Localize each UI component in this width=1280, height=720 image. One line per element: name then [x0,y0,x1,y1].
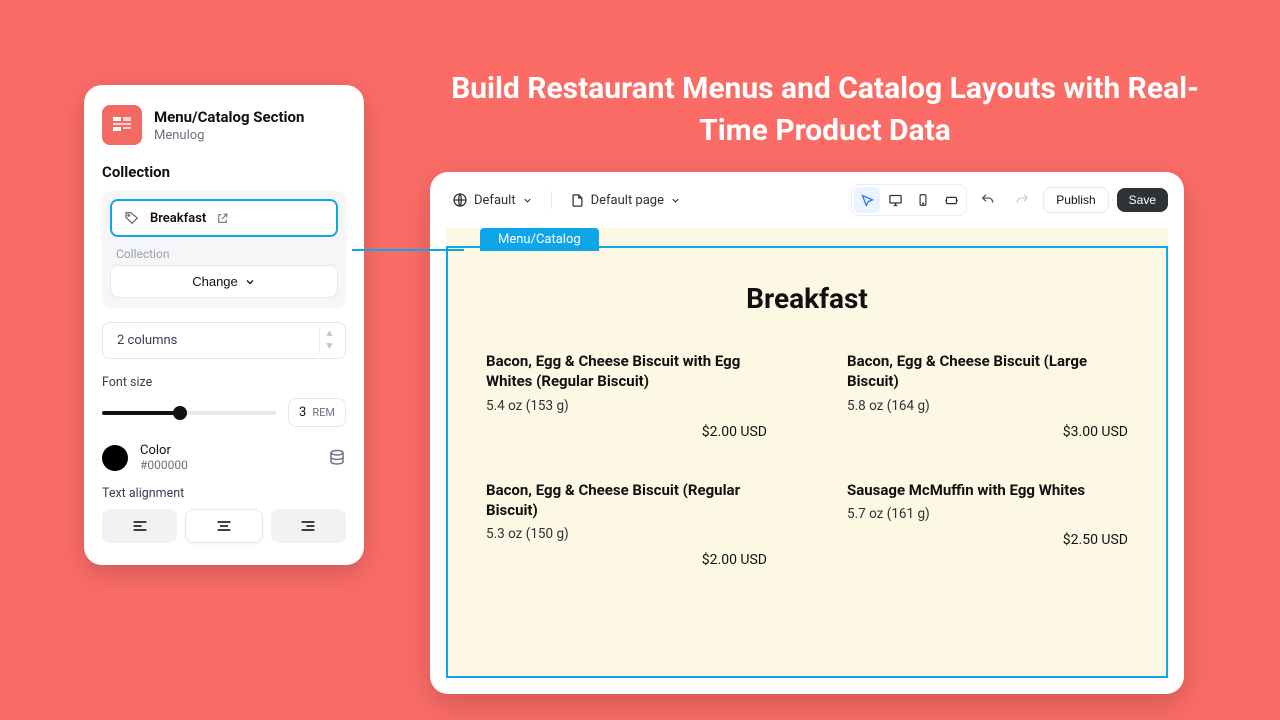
preview-canvas[interactable]: Menu/Catalog Breakfast Bacon, Egg & Chee… [446,228,1168,678]
item-weight: 5.8 oz (164 g) [847,398,1128,414]
page-label: Default page [591,193,664,208]
publish-button[interactable]: Publish [1043,187,1108,213]
collection-subtle-label: Collection [110,237,338,265]
item-weight: 5.3 oz (150 g) [486,526,767,542]
mobile-icon [916,193,930,207]
theme-label: Default [474,193,516,208]
collection-group: Breakfast Collection Change [102,191,346,308]
chevron-down-icon [522,195,533,206]
device-inspector-button[interactable] [854,187,880,213]
font-size-label: Font size [102,375,346,390]
align-right-icon [300,520,316,532]
menu-item: Bacon, Egg & Cheese Biscuit (Regular Bis… [486,480,767,569]
desktop-icon [888,193,903,208]
columns-select[interactable]: 2 columns ▲▼ [102,322,346,359]
theme-icon [452,192,468,208]
item-name: Bacon, Egg & Cheese Biscuit with Egg Whi… [486,351,767,392]
change-button[interactable]: Change [110,265,338,298]
settings-title: Menu/Catalog Section [154,108,304,126]
item-price: $3.00 USD [847,424,1128,440]
item-price: $2.00 USD [486,552,767,568]
undo-button[interactable] [975,187,1001,213]
item-price: $2.50 USD [847,532,1128,548]
hero-title: Build Restaurant Menus and Catalog Layou… [430,68,1220,152]
item-name: Bacon, Egg & Cheese Biscuit (Regular Bis… [486,480,767,521]
menu-item: Bacon, Egg & Cheese Biscuit with Egg Whi… [486,351,767,440]
preview-panel: Default Default page [430,172,1184,694]
undo-icon [980,192,996,208]
page-icon [570,193,585,208]
align-right-button[interactable] [271,509,346,543]
align-left-button[interactable] [102,509,177,543]
menu-item: Sausage McMuffin with Egg Whites 5.7 oz … [847,480,1128,569]
font-size-slider[interactable] [102,411,276,415]
page-dropdown[interactable]: Default page [564,189,687,212]
change-button-label: Change [192,274,238,289]
align-left-icon [132,520,148,532]
columns-value: 2 columns [117,333,177,348]
database-icon[interactable] [328,449,346,467]
item-weight: 5.7 oz (161 g) [847,506,1128,522]
chevron-down-icon [670,195,681,206]
device-group [851,184,967,216]
device-desktop-button[interactable] [882,187,908,213]
connector-line [352,249,464,251]
item-name: Sausage McMuffin with Egg Whites [847,480,1128,500]
item-weight: 5.4 oz (153 g) [486,398,767,414]
collection-section-label: Collection [102,163,346,181]
device-fullwidth-button[interactable] [938,187,964,213]
toolbar: Default Default page [430,172,1184,228]
theme-dropdown[interactable]: Default [446,188,539,212]
font-size-unit: REM [312,406,335,419]
color-swatch[interactable] [102,445,128,471]
font-size-value: 3 [299,405,306,420]
save-button[interactable]: Save [1117,188,1168,212]
align-center-button[interactable] [185,509,262,543]
fullwidth-icon [944,193,959,208]
menu-section: Breakfast Bacon, Egg & Cheese Biscuit wi… [446,246,1168,678]
color-value: #000000 [140,458,316,472]
color-label: Color [140,443,316,458]
collection-chip-label: Breakfast [150,211,206,226]
font-size-input[interactable]: 3 REM [288,398,346,427]
item-name: Bacon, Egg & Cheese Biscuit (Large Biscu… [847,351,1128,392]
external-link-icon [216,212,229,225]
stepper-icon: ▲▼ [319,328,339,354]
device-mobile-button[interactable] [910,187,936,213]
cursor-icon [860,193,875,208]
toolbar-separator [551,191,552,209]
align-center-icon [216,520,232,532]
settings-panel: Menu/Catalog Section Menulog Collection … [84,85,364,565]
item-price: $2.00 USD [486,424,767,440]
collection-chip[interactable]: Breakfast [110,199,338,237]
chevron-down-icon [244,276,256,288]
text-alignment-label: Text alignment [102,486,346,501]
tag-icon [124,210,140,226]
menu-item: Bacon, Egg & Cheese Biscuit (Large Biscu… [847,351,1128,440]
slider-thumb[interactable] [173,406,187,420]
settings-header: Menu/Catalog Section Menulog [102,105,346,145]
redo-button[interactable] [1009,187,1035,213]
menu-grid: Bacon, Egg & Cheese Biscuit with Egg Whi… [486,351,1128,568]
redo-icon [1014,192,1030,208]
settings-subtitle: Menulog [154,128,304,143]
app-icon [102,105,142,145]
menu-heading: Breakfast [486,282,1128,315]
